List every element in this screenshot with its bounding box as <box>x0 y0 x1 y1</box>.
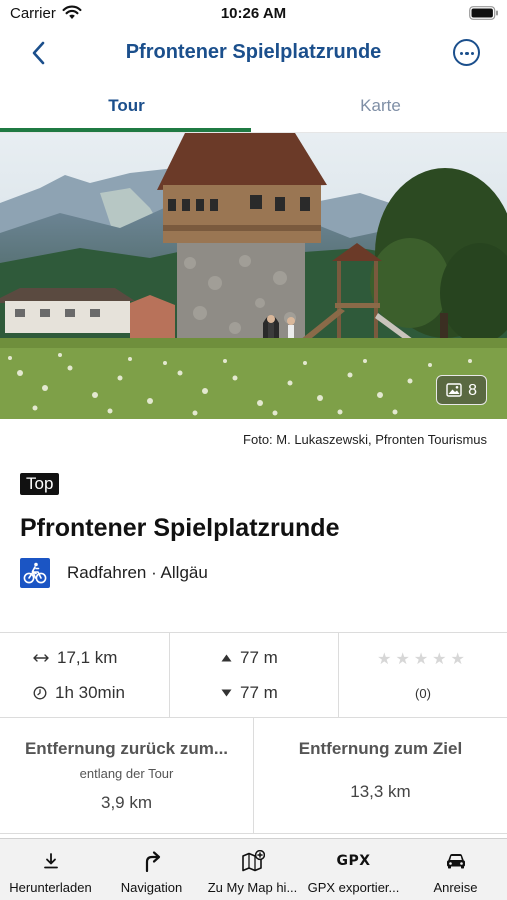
distance-goal-card[interactable]: Entfernung zum Ziel 13,3 km <box>254 718 507 833</box>
duration-value: 1h 30min <box>55 683 125 702</box>
tab-selection-indicator <box>0 128 251 132</box>
distance-back-card[interactable]: Entfernung zurück zum... entlang der Tou… <box>0 718 254 833</box>
turn-right-arrow-icon <box>145 851 160 872</box>
category-label: Radfahren · Allgäu <box>67 563 208 582</box>
distance-goal-value: 13,3 km <box>350 782 411 801</box>
distance-arrows-icon <box>33 654 49 662</box>
star-icon: ★ <box>395 651 414 668</box>
page-title: Pfrontener Spielplatzrunde <box>125 41 382 63</box>
tour-stats: 17,1 km 1h 30min 77 m 77 m ★★★★★ (0) <box>0 632 507 718</box>
image-gallery-icon <box>446 383 462 397</box>
gpx-export-button[interactable]: GPX GPX exportier... <box>303 839 404 900</box>
top-badge: Top <box>20 473 60 495</box>
star-icon: ★ <box>377 651 396 668</box>
stats-elevation: 77 m 77 m <box>170 633 339 718</box>
stats-rating[interactable]: ★★★★★ (0) <box>339 633 507 718</box>
add-to-my-map-button[interactable]: Zu My Map hi... <box>202 839 303 900</box>
bicycle-icon <box>20 558 50 588</box>
arrival-button[interactable]: Anreise <box>405 839 506 900</box>
car-icon <box>446 854 465 869</box>
distance-goal-label: Entfernung zum Ziel <box>298 739 463 758</box>
navigation-bar: Pfrontener Spielplatzrunde <box>0 28 507 78</box>
gpx-export-label: GPX exportier... <box>307 880 400 895</box>
clock-time: 10:26 AM <box>220 5 287 22</box>
stats-distance-duration: 17,1 km 1h 30min <box>0 633 170 718</box>
download-icon <box>43 853 58 869</box>
battery-icon <box>469 6 499 25</box>
arrival-label: Anreise <box>433 880 478 895</box>
photo-count-badge[interactable]: 8 <box>436 375 487 405</box>
map-add-icon <box>241 850 265 872</box>
star-icon: ★ <box>413 651 433 668</box>
photo-credit: Foto: M. Lukaszewski, Pfronten Tourismus <box>243 432 487 447</box>
more-options-button[interactable] <box>453 39 480 66</box>
rating-stars: ★★★★★ <box>339 649 507 669</box>
download-label: Herunterladen <box>9 880 92 895</box>
tour-category: Radfahren · Allgäu <box>20 558 208 588</box>
star-icon: ★ <box>450 651 469 668</box>
distance-value: 17,1 km <box>57 648 118 667</box>
tower-photo <box>0 133 507 419</box>
distance-stat: 17,1 km <box>33 648 117 668</box>
tab-bar: Tour Karte <box>0 85 507 133</box>
status-bar: Carrier 10:26 AM <box>0 0 507 28</box>
ascent-triangle-icon <box>221 654 232 662</box>
add-to-my-map-label: Zu My Map hi... <box>207 880 298 895</box>
clock-icon <box>33 686 47 700</box>
tab-karte[interactable]: Karte <box>254 85 507 129</box>
gpx-icon: GPX <box>336 853 371 869</box>
distance-back-value: 3,9 km <box>100 793 153 812</box>
ascent-stat: 77 m <box>221 648 278 668</box>
distance-info: Entfernung zurück zum... entlang der Tou… <box>0 718 507 834</box>
star-icon: ★ <box>432 651 451 668</box>
duration-stat: 1h 30min <box>33 683 125 703</box>
navigation-label: Navigation <box>120 880 183 895</box>
download-button[interactable]: Herunterladen <box>0 839 101 900</box>
distance-back-subtitle: entlang der Tour <box>79 766 174 781</box>
tab-tour[interactable]: Tour <box>0 85 253 129</box>
rating-count: (0) <box>415 686 431 701</box>
descent-stat: 77 m <box>221 683 278 703</box>
tour-title: Pfrontener Spielplatzrunde <box>20 514 340 542</box>
descent-value: 77 m <box>240 683 278 702</box>
navigation-button[interactable]: Navigation <box>101 839 202 900</box>
distance-back-label: Entfernung zurück zum... <box>24 739 229 758</box>
descent-triangle-icon <box>221 689 232 697</box>
tour-hero-image[interactable]: 8 <box>0 133 507 419</box>
ascent-value: 77 m <box>240 648 278 667</box>
photo-count-value: 8 <box>468 381 477 399</box>
bottom-toolbar: Herunterladen Navigation Zu My Map hi...… <box>0 838 507 900</box>
